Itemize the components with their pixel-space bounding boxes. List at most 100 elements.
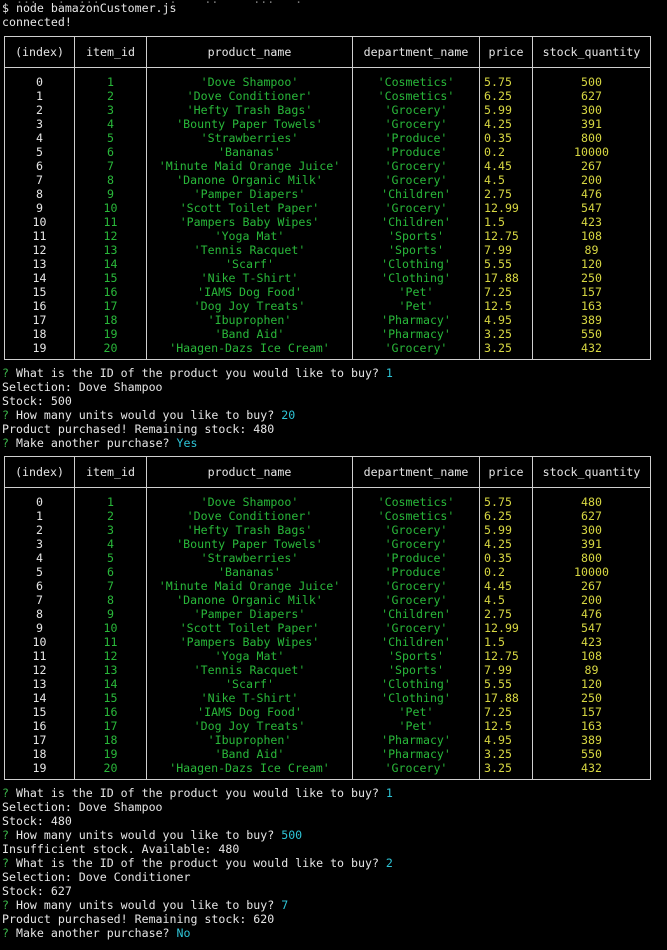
prompt-mark: ?: [2, 408, 9, 422]
table-row: 5 6 'Bananas' 'Produce' 0.2 10000: [5, 145, 650, 159]
cell-department-name: 'Grocery': [384, 159, 448, 173]
cell-index: 14: [32, 691, 47, 705]
cell-index: 8: [36, 607, 43, 621]
table-row: 14 15 'Nike T-Shirt' 'Clothing' 17.88 250: [5, 271, 650, 285]
cell-department-name: 'Grocery': [384, 523, 448, 537]
cell-department-name: 'Sports': [388, 649, 444, 663]
cell-item-id: 8: [107, 593, 114, 607]
table-row: 13 14 'Scarf' 'Clothing' 5.55 120: [5, 257, 650, 271]
cell-index: 0: [36, 495, 43, 509]
cell-stock-quantity: 250: [581, 271, 602, 285]
cell-product-name: 'Pamper Diapers': [193, 607, 306, 621]
table-row: 9 10 'Scott Toilet Paper' 'Grocery' 12.99 547: [5, 621, 650, 635]
cell-index: 8: [36, 187, 43, 201]
cell-price: 5.99: [484, 103, 512, 117]
cell-product-name: 'Dove Shampoo': [200, 75, 299, 89]
table-row: 8 9 'Pamper Diapers' 'Children' 2.75 476: [5, 187, 650, 201]
cell-index: 10: [32, 635, 47, 649]
question-text: Make another purchase?: [15, 926, 170, 940]
cell-item-id: 5: [107, 131, 114, 145]
table-row: 14 15 'Nike T-Shirt' 'Clothing' 17.88 250: [5, 691, 650, 705]
cell-stock-quantity: 108: [581, 229, 602, 243]
header-stock-quantity-column: stock_quantity: [542, 45, 641, 59]
cell-price: 5.55: [484, 257, 512, 271]
cell-department-name: 'Pet': [398, 299, 434, 313]
cell-index: 16: [32, 719, 47, 733]
cell-item-id: 12: [103, 649, 118, 663]
cell-stock-quantity: 163: [581, 299, 602, 313]
answer-text[interactable]: 1: [386, 786, 393, 800]
table-row: 0 1 'Dove Shampoo' 'Cosmetics' 5.75 500: [5, 75, 650, 89]
prompt-mark: ?: [2, 856, 9, 870]
table-row: 7 8 'Danone Organic Milk' 'Grocery' 4.5 200: [5, 173, 650, 187]
cell-price: 0.35: [484, 131, 512, 145]
answer-text[interactable]: 20: [281, 408, 295, 422]
cell-index: 4: [36, 551, 43, 565]
cell-price: 0.2: [484, 565, 505, 579]
prompt-again: ? Make another purchase? No: [2, 926, 190, 940]
cell-price: 2.75: [484, 607, 512, 621]
answer-text[interactable]: No: [177, 926, 191, 940]
cell-price: 17.88: [484, 691, 519, 705]
cell-product-name: 'Pampers Baby Wipes': [179, 635, 320, 649]
answer-text[interactable]: 2: [386, 856, 393, 870]
table-row: 17 18 'Ibuprophen' 'Pharmacy' 4.95 389: [5, 313, 650, 327]
cell-department-name: 'Clothing': [381, 691, 451, 705]
answer-text[interactable]: 7: [281, 898, 288, 912]
header-item-id-column: item_id: [86, 465, 135, 479]
cell-stock-quantity: 157: [581, 285, 602, 299]
cell-item-id: 14: [103, 677, 118, 691]
selection-line: Selection: Dove Shampoo: [2, 800, 163, 814]
header-price-column: price: [488, 45, 524, 59]
cell-index: 3: [36, 537, 43, 551]
question-text: What is the ID of the product you would …: [15, 856, 379, 870]
answer-text[interactable]: Yes: [177, 436, 198, 450]
cell-product-name: 'Danone Organic Milk': [176, 173, 323, 187]
cell-department-name: 'Grocery': [384, 173, 448, 187]
cell-price: 2.75: [484, 187, 512, 201]
cell-price: 6.25: [484, 509, 512, 523]
cell-item-id: 18: [103, 733, 118, 747]
cell-price: 5.75: [484, 75, 512, 89]
cell-item-id: 2: [107, 89, 114, 103]
cell-price: 12.5: [484, 299, 512, 313]
cell-product-name: 'Strawberries': [200, 551, 299, 565]
answer-text[interactable]: 500: [281, 828, 302, 842]
cell-product-name: 'Scarf': [225, 677, 274, 691]
header-price-column: price: [488, 465, 524, 479]
cell-index: 12: [32, 663, 47, 677]
table-row: 3 4 'Bounty Paper Towels' 'Grocery' 4.25 391: [5, 537, 650, 551]
cell-index: 11: [32, 649, 47, 663]
cell-department-name: 'Produce': [384, 551, 448, 565]
table-row: 0 1 'Dove Shampoo' 'Cosmetics' 5.75 480: [5, 495, 650, 509]
cell-department-name: 'Pet': [398, 719, 434, 733]
cell-department-name: 'Grocery': [384, 621, 448, 635]
question-text: What is the ID of the product you would …: [15, 786, 379, 800]
cell-item-id: 15: [103, 691, 118, 705]
table-header: (index) item_id product_name department_nam…: [5, 457, 650, 488]
cell-department-name: 'Pharmacy': [381, 747, 451, 761]
cell-item-id: 7: [107, 159, 114, 173]
cell-item-id: 11: [103, 215, 118, 229]
header-index-column: (index): [15, 465, 64, 479]
cell-department-name: 'Grocery': [384, 761, 448, 775]
cell-price: 12.5: [484, 719, 512, 733]
table-row: 6 7 'Minute Maid Orange Juice' 'Grocery' 4.4…: [5, 159, 650, 173]
cell-stock-quantity: 10000: [574, 565, 609, 579]
cell-index: 19: [32, 341, 47, 355]
cell-index: 17: [32, 733, 47, 747]
cell-stock-quantity: 157: [581, 705, 602, 719]
cell-item-id: 3: [107, 523, 114, 537]
cell-stock-quantity: 300: [581, 523, 602, 537]
table-row: 17 18 'Ibuprophen' 'Pharmacy' 4.95 389: [5, 733, 650, 747]
cell-stock-quantity: 267: [581, 159, 602, 173]
cell-department-name: 'Pet': [398, 705, 434, 719]
cell-item-id: 13: [103, 243, 118, 257]
cell-product-name: 'Band Aid': [214, 747, 285, 761]
cell-index: 1: [36, 509, 43, 523]
cell-stock-quantity: 800: [581, 131, 602, 145]
table-row: 12 13 'Tennis Racquet' 'Sports' 7.99 89: [5, 663, 650, 677]
cell-price: 17.88: [484, 271, 519, 285]
cell-product-name: 'Haagen-Dazs Ice Cream': [169, 341, 330, 355]
answer-text[interactable]: 1: [386, 366, 393, 380]
